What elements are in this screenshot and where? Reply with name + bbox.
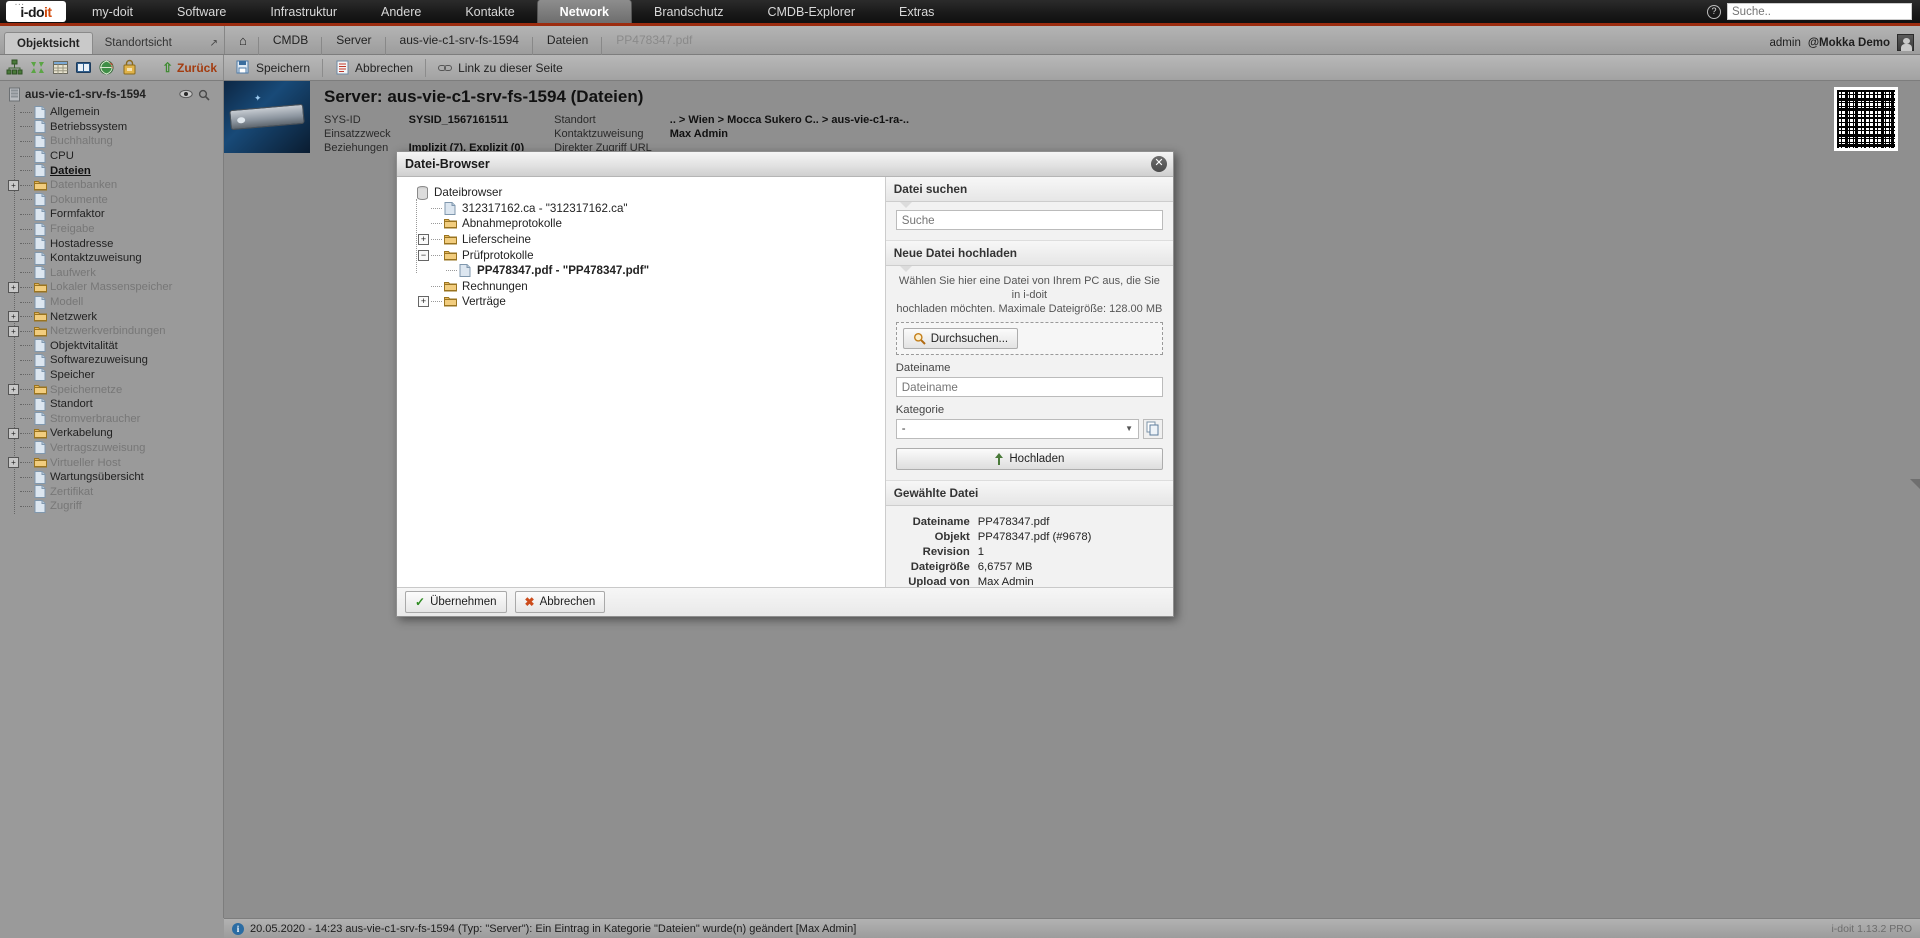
dialog-cancel-button[interactable]: ✖ Abbrechen bbox=[514, 591, 606, 613]
tree-connector bbox=[431, 207, 442, 209]
cross-icon: ✖ bbox=[524, 595, 535, 609]
file-tree-node[interactable]: Dateibrowser bbox=[403, 185, 885, 201]
collapse-minus-icon[interactable]: − bbox=[418, 249, 429, 261]
upload-section-body: Wählen Sie hier eine Datei von Ihrem PC … bbox=[885, 266, 1173, 481]
dialog-title: Datei-Browser bbox=[405, 157, 490, 171]
file-tree-node-label: Dateibrowser bbox=[434, 186, 503, 200]
drive-icon bbox=[416, 186, 429, 201]
browse-button[interactable]: Durchsuchen... bbox=[902, 328, 1019, 349]
file-tree: Dateibrowser 312317162.ca - "312317162.ca… bbox=[403, 185, 885, 310]
category-select-value: - bbox=[901, 423, 906, 435]
dialog-body: Dateibrowser 312317162.ca - "312317162.ca… bbox=[397, 177, 1173, 587]
file-tree-node-label: Rechnungen bbox=[462, 279, 528, 293]
magnifier-icon bbox=[913, 332, 926, 345]
folder-icon bbox=[444, 295, 457, 308]
detail-row: Objekt PP478347.pdf (#9678) bbox=[896, 529, 1163, 544]
detail-row: Upload von Max Admin bbox=[896, 574, 1163, 588]
dialog-footer: ✓ Übernehmen ✖ Abbrechen bbox=[397, 587, 1173, 616]
file-icon bbox=[444, 201, 457, 215]
expand-plus-icon[interactable]: + bbox=[418, 234, 429, 246]
detail-key: Revision bbox=[922, 545, 970, 558]
search-section-body bbox=[885, 202, 1173, 241]
category-row: - ▼ bbox=[895, 419, 1163, 439]
accept-button-label: Übernehmen bbox=[430, 596, 497, 608]
detail-row: Dateiname PP478347.pdf bbox=[896, 514, 1163, 529]
detail-value: 6,6757 MB bbox=[977, 560, 1033, 573]
file-tree-node[interactable]: PP478347.pdf - "PP478347.pdf" bbox=[403, 263, 885, 279]
file-tree-node[interactable]: Abnahmeprotokolle bbox=[403, 216, 885, 232]
category-select[interactable]: - ▼ bbox=[895, 419, 1139, 439]
upload-dropzone[interactable]: Durchsuchen... bbox=[895, 322, 1163, 355]
file-tree-node-label: Abnahmeprotokolle bbox=[462, 217, 562, 231]
tree-connector bbox=[431, 285, 442, 287]
file-tree-node-label: Prüfprotokolle bbox=[462, 248, 534, 262]
selected-file-table: Dateiname PP478347.pdf Objekt PP478347.pdf … bbox=[896, 514, 1163, 588]
file-tree-node-label: PP478347.pdf - "PP478347.pdf" bbox=[477, 264, 650, 278]
upload-hint-line1: Wählen Sie hier eine Datei von Ihrem PC … bbox=[898, 275, 1160, 301]
dialog-cancel-label: Abbrechen bbox=[539, 596, 596, 608]
file-tree-node-label: Verträge bbox=[462, 295, 506, 309]
detail-row: Dateigröße 6,6757 MB bbox=[896, 559, 1163, 574]
tree-connector bbox=[431, 301, 442, 303]
selected-file-details: Dateiname PP478347.pdf Objekt PP478347.pdf … bbox=[886, 506, 1173, 588]
upload-hint-line2: hochladen möchten. Maximale Dateigröße: … bbox=[896, 303, 1163, 315]
file-icon bbox=[459, 264, 472, 278]
detail-value: PP478347.pdf bbox=[977, 515, 1050, 528]
file-tree-node[interactable]: − Prüfprotokolle bbox=[403, 247, 885, 263]
browse-button-label: Durchsuchen... bbox=[930, 332, 1009, 345]
file-browser-dialog: Datei-Browser ✕ Dateibrowser 312317162.ca… bbox=[396, 151, 1174, 617]
detail-value: Max Admin bbox=[977, 575, 1034, 588]
detail-value: PP478347.pdf (#9678) bbox=[977, 530, 1092, 543]
upload-submit-label: Hochladen bbox=[1009, 453, 1065, 465]
tree-connector bbox=[431, 239, 442, 241]
file-tree-node[interactable]: + Lieferscheine bbox=[403, 232, 885, 248]
filename-input[interactable] bbox=[895, 377, 1163, 397]
detail-value: 1 bbox=[977, 545, 985, 558]
category-label: Kategorie bbox=[895, 404, 945, 416]
detail-key: Dateigröße bbox=[910, 560, 970, 573]
file-tree-node[interactable]: 312317162.ca - "312317162.ca" bbox=[403, 201, 885, 217]
folder-icon bbox=[444, 217, 457, 230]
detail-key: Dateiname bbox=[912, 515, 970, 528]
detail-row: Revision 1 bbox=[896, 544, 1163, 559]
file-tree-panel[interactable]: Dateibrowser 312317162.ca - "312317162.ca… bbox=[397, 177, 886, 587]
file-tree-node-label: Lieferscheine bbox=[462, 233, 531, 247]
tree-connector bbox=[446, 270, 457, 272]
filename-label: Dateiname bbox=[895, 362, 951, 374]
copy-icon[interactable] bbox=[1143, 419, 1163, 439]
upload-hint: Wählen Sie hier eine Datei von Ihrem PC … bbox=[896, 274, 1163, 316]
tree-connector bbox=[431, 254, 442, 256]
file-tree-node-label: 312317162.ca - "312317162.ca" bbox=[462, 201, 628, 215]
modal-overlay: Datei-Browser ✕ Dateibrowser 312317162.ca… bbox=[0, 0, 1920, 938]
file-tree-node[interactable]: + Verträge bbox=[403, 294, 885, 310]
folder-icon bbox=[444, 249, 457, 262]
detail-key: Upload von bbox=[908, 575, 970, 588]
tree-connector bbox=[431, 223, 442, 225]
accept-button[interactable]: ✓ Übernehmen bbox=[405, 591, 507, 613]
chevron-down-icon: ▼ bbox=[1125, 424, 1133, 433]
dialog-titlebar[interactable]: Datei-Browser ✕ bbox=[397, 152, 1173, 177]
folder-icon bbox=[444, 280, 457, 293]
search-section-header: Datei suchen bbox=[885, 177, 1173, 202]
upload-submit-button[interactable]: Hochladen bbox=[895, 448, 1163, 470]
selected-file-header: Gewählte Datei bbox=[885, 481, 1173, 506]
file-tree-node[interactable]: Rechnungen bbox=[403, 279, 885, 295]
file-search-input[interactable] bbox=[895, 210, 1163, 230]
upload-icon bbox=[994, 453, 1004, 465]
expand-plus-icon[interactable]: + bbox=[418, 296, 429, 308]
dialog-side-panel: Datei suchen Neue Datei hochladen Wählen… bbox=[885, 177, 1173, 588]
folder-icon bbox=[444, 233, 457, 246]
upload-section-header: Neue Datei hochladen bbox=[885, 241, 1173, 266]
checkmark-icon: ✓ bbox=[415, 595, 426, 609]
close-icon[interactable]: ✕ bbox=[1151, 156, 1167, 172]
detail-key: Objekt bbox=[934, 530, 970, 543]
